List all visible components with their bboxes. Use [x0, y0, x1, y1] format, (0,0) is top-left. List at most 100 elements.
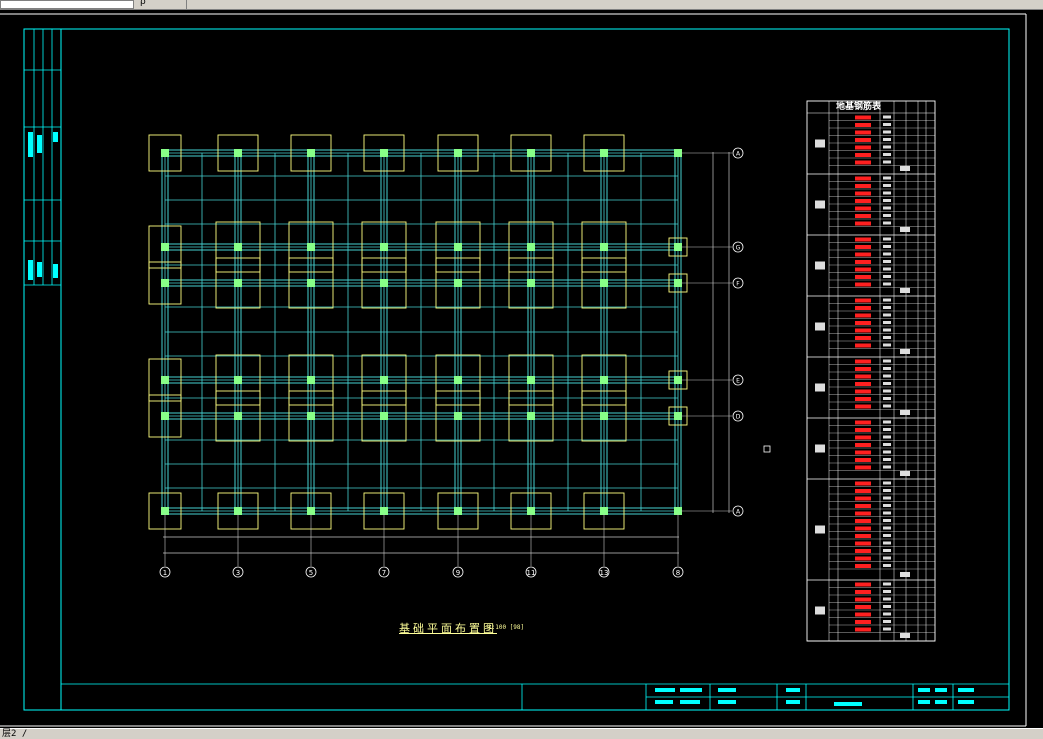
cad-viewport[interactable]: 1 3 5 7 9 11 13 8 A G F E D A 基础平面布置图 1:… — [0, 10, 1043, 728]
column — [600, 279, 608, 287]
column — [454, 243, 462, 251]
table-cell-text — [883, 582, 891, 586]
rebar-shape — [855, 221, 871, 226]
table-cell-text — [883, 465, 891, 469]
rebar-shape — [855, 443, 871, 447]
rebar-shape — [855, 321, 871, 325]
axis-label: 1 — [163, 569, 167, 577]
rebar-shape — [855, 420, 871, 425]
table-cell-text — [883, 321, 891, 324]
rebar-shape — [855, 549, 871, 553]
table-cell-text — [883, 504, 891, 507]
table-cell-text — [883, 404, 891, 408]
column — [454, 149, 462, 157]
rebar-shape — [855, 428, 871, 432]
rebar-shape — [855, 465, 871, 470]
rebar-shape — [855, 313, 871, 318]
axis-label: 3 — [236, 569, 240, 577]
rebar-shape — [855, 252, 871, 257]
rebar-shape — [855, 153, 871, 157]
footing-label — [815, 261, 825, 270]
footing-label — [815, 606, 825, 615]
section-total — [900, 227, 910, 232]
status-bar: 层2 / — [0, 728, 1043, 739]
rebar-shape — [855, 612, 871, 617]
drawing-canvas[interactable]: 1 3 5 7 9 11 13 8AGFEDA — [0, 10, 1043, 728]
table-cell-text — [883, 519, 891, 522]
rebar-shape — [855, 282, 871, 287]
column — [307, 376, 315, 384]
column — [674, 243, 682, 251]
column — [234, 279, 242, 287]
table-cell-text — [883, 306, 891, 309]
rebar-shape — [855, 541, 871, 546]
table-cell-text — [883, 612, 891, 616]
rebar-shape — [855, 260, 871, 264]
column — [600, 376, 608, 384]
table-cell-text — [883, 184, 891, 187]
column — [380, 376, 388, 384]
plan-scale: 1:100 [98] — [488, 624, 525, 631]
table-cell-text — [883, 481, 891, 485]
title-block — [61, 683, 1009, 710]
plan-title: 基础平面布置图 — [399, 622, 497, 635]
toolbar-glyph[interactable]: ρ — [140, 0, 146, 7]
rebar-shape — [855, 564, 871, 568]
table-cell-text — [883, 245, 891, 248]
column — [600, 243, 608, 251]
table-cell-text — [883, 374, 891, 378]
rebar-shape — [855, 620, 871, 624]
column — [527, 149, 535, 157]
column — [380, 243, 388, 251]
rebar-shape — [855, 245, 871, 249]
rebar-shape — [855, 519, 871, 523]
axis-label: F — [736, 281, 740, 288]
column — [527, 376, 535, 384]
column — [234, 243, 242, 251]
rebar-shape — [855, 298, 871, 303]
table-cell-text — [883, 336, 891, 339]
table-cell-text — [883, 534, 891, 537]
table-cell-text — [883, 428, 891, 431]
rebar-shape — [855, 199, 871, 203]
table-cell-text — [883, 435, 891, 439]
rebar-shape — [855, 511, 871, 516]
table-cell-text — [883, 389, 891, 393]
section-total — [900, 349, 910, 354]
column — [674, 376, 682, 384]
column — [674, 507, 682, 515]
command-input[interactable] — [0, 0, 134, 9]
section-total — [900, 471, 910, 476]
axis-label: 13 — [600, 569, 609, 577]
column — [454, 412, 462, 420]
column — [380, 149, 388, 157]
footing-label — [815, 200, 825, 209]
footing-label — [815, 444, 825, 453]
rebar-shape — [855, 627, 871, 632]
rebar-shape — [855, 267, 871, 272]
axis-label: G — [736, 245, 741, 252]
rebar-shape — [855, 404, 871, 409]
table-cell-text — [883, 282, 891, 286]
table-cell-text — [883, 367, 891, 370]
table-cell-text — [883, 221, 891, 225]
column — [234, 507, 242, 515]
table-cell-text — [883, 549, 891, 552]
table-cell-text — [883, 450, 891, 454]
section-total — [900, 288, 910, 293]
table-cell-text — [883, 605, 891, 608]
column — [674, 149, 682, 157]
rebar-shape — [855, 397, 871, 401]
table-cell-text — [883, 260, 891, 263]
table-cell-text — [883, 382, 891, 385]
column — [380, 507, 388, 515]
column — [527, 507, 535, 515]
table-cell-text — [883, 115, 891, 119]
section-total — [900, 166, 910, 171]
table-cell-text — [883, 199, 891, 202]
column — [600, 149, 608, 157]
rebar-shape — [855, 306, 871, 310]
table-cell-text — [883, 556, 891, 560]
table-cell-text — [883, 328, 891, 332]
column — [600, 412, 608, 420]
